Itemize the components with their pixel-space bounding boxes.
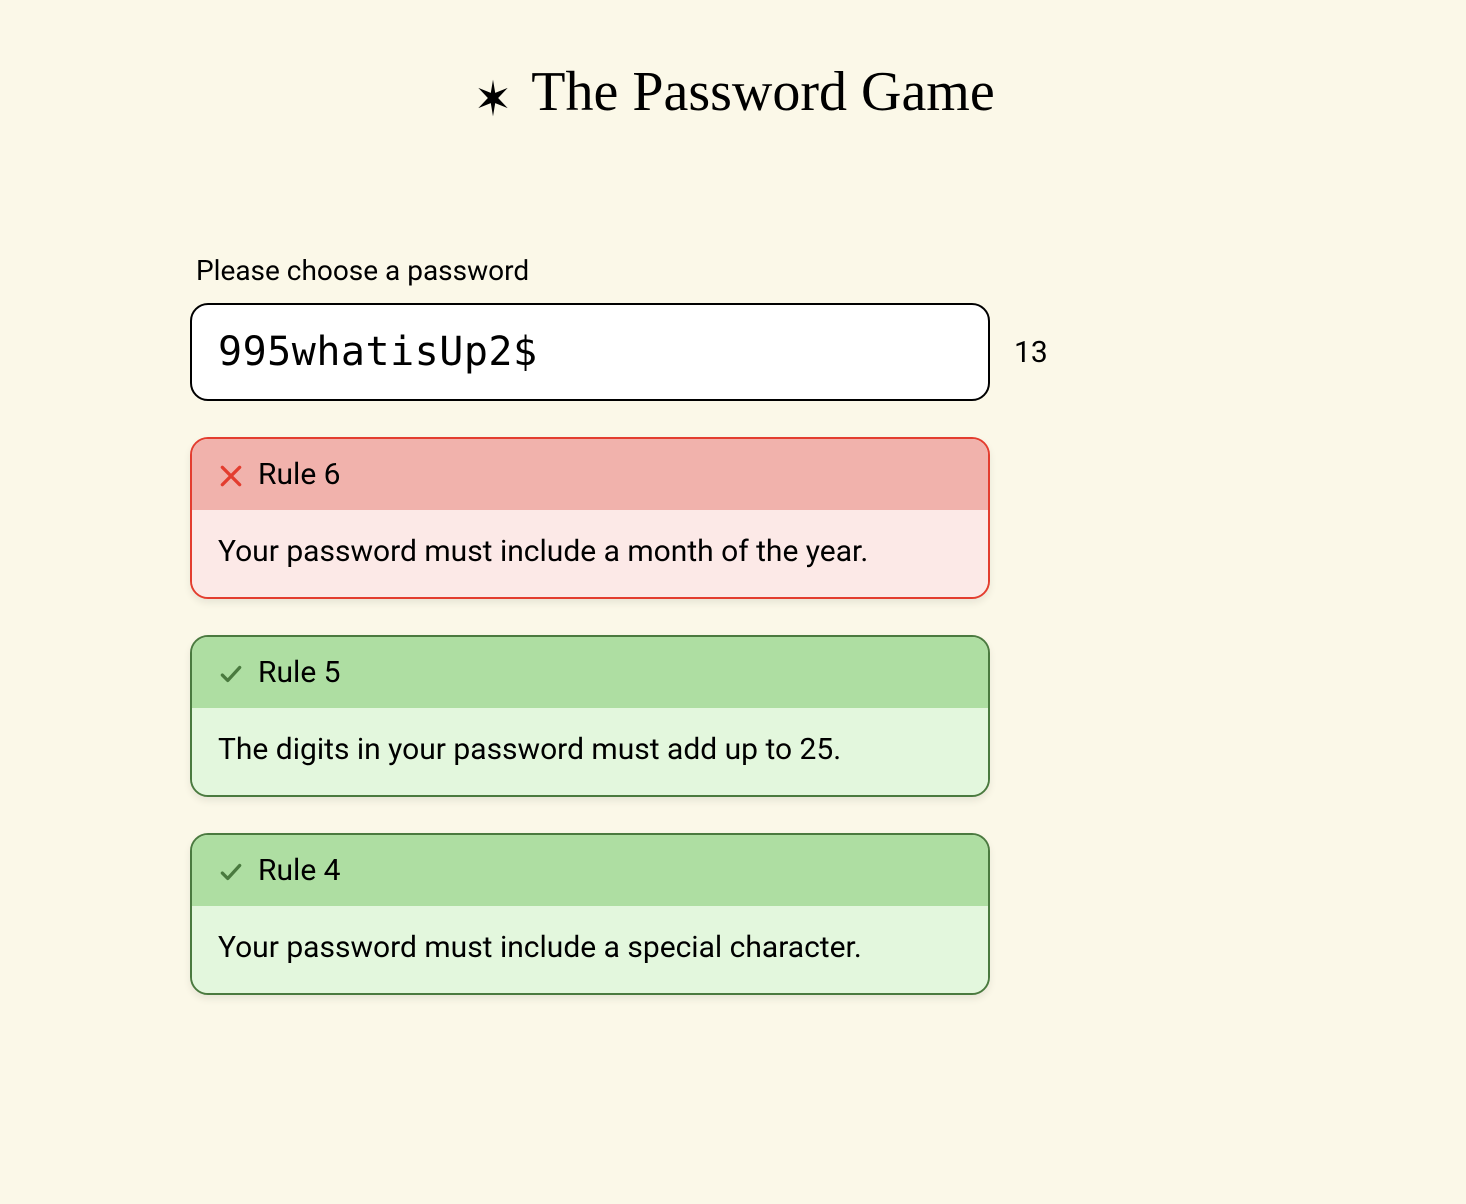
rule-header: Rule 5: [192, 637, 988, 708]
prompt-label: Please choose a password: [196, 254, 1466, 287]
rule-title: Rule 6: [258, 457, 341, 492]
rule-title: Rule 5: [258, 655, 341, 690]
rule-header: Rule 6: [192, 439, 988, 510]
asterisk-icon: [471, 70, 515, 114]
password-input[interactable]: [218, 329, 962, 375]
rule-header: Rule 4: [192, 835, 988, 906]
x-icon: [218, 462, 244, 488]
check-icon: [218, 858, 244, 884]
char-count: 13: [1014, 335, 1048, 370]
rule-text: Your password must include a month of th…: [192, 510, 988, 597]
rule-card: Rule 4 Your password must include a spec…: [190, 833, 990, 995]
rule-text: Your password must include a special cha…: [192, 906, 988, 993]
password-input-row: 13: [190, 303, 1466, 401]
rule-card: Rule 5 The digits in your password must …: [190, 635, 990, 797]
password-input-container[interactable]: [190, 303, 990, 401]
page-title: The Password Game: [0, 0, 1466, 254]
page-title-text: The Password Game: [531, 60, 994, 124]
rule-text: The digits in your password must add up …: [192, 708, 988, 795]
check-icon: [218, 660, 244, 686]
rule-card: Rule 6 Your password must include a mont…: [190, 437, 990, 599]
rule-title: Rule 4: [258, 853, 341, 888]
